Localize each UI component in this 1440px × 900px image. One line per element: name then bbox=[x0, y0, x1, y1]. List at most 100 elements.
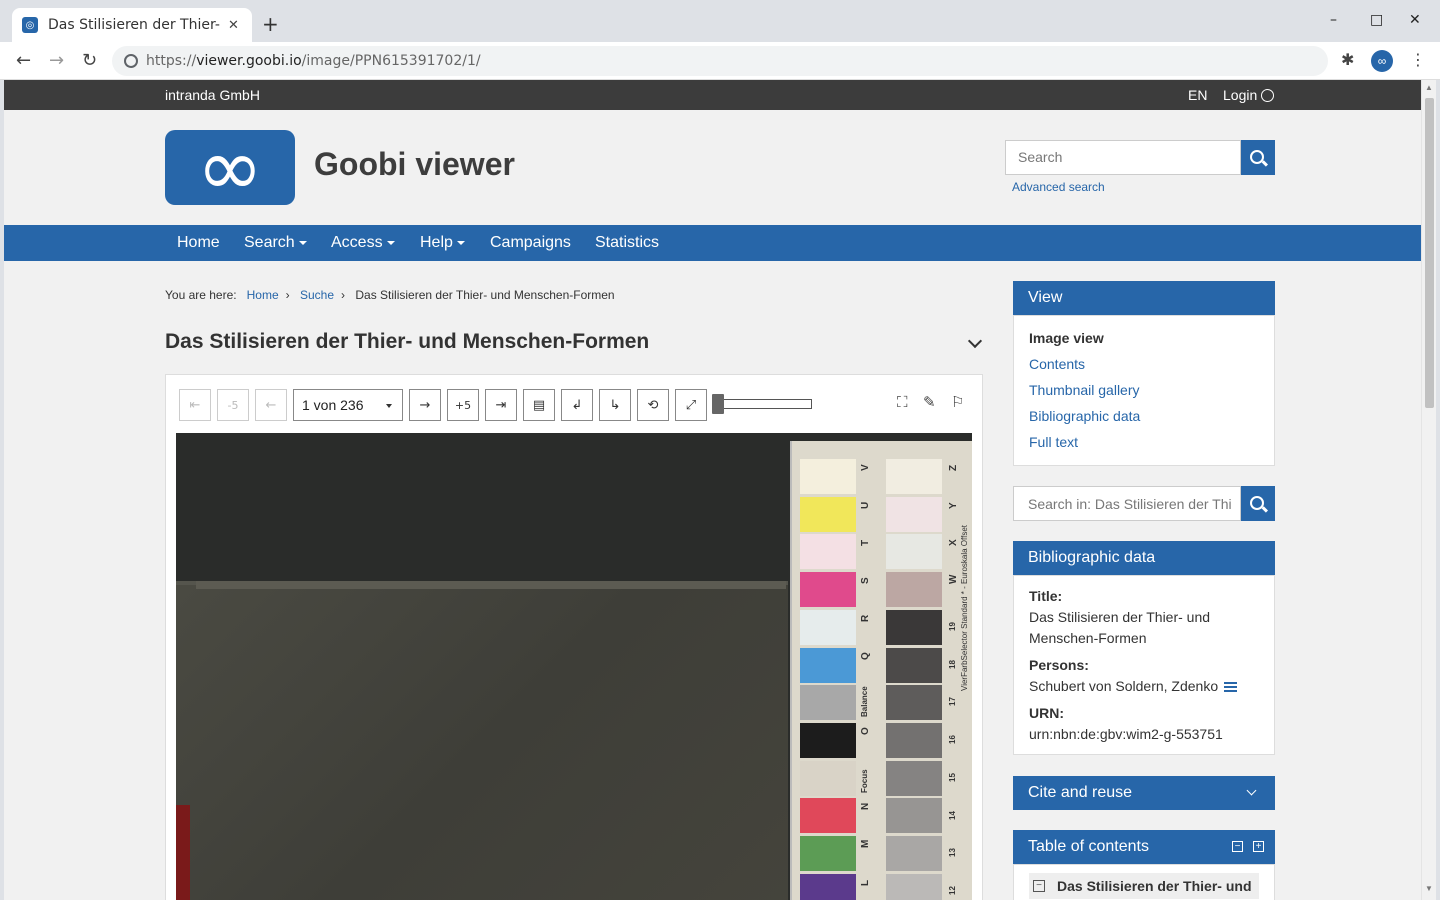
chevron-down-icon[interactable] bbox=[967, 333, 983, 349]
select-caret-icon bbox=[386, 404, 392, 408]
nav-campaigns[interactable]: Campaigns bbox=[490, 234, 571, 252]
nav-access[interactable]: Access bbox=[331, 234, 395, 252]
card-scale-number: 19 bbox=[948, 622, 957, 631]
wrench-icon[interactable]: ✎ bbox=[923, 393, 936, 411]
last-page-button[interactable]: ⇥ bbox=[485, 389, 517, 421]
minimize-button[interactable]: – bbox=[1330, 12, 1337, 28]
search-icon bbox=[1250, 495, 1264, 510]
book-red-edge bbox=[176, 805, 190, 900]
new-tab-button[interactable]: + bbox=[262, 12, 279, 36]
gray-swatch bbox=[886, 459, 942, 494]
view-bibliographic-data[interactable]: Bibliographic data bbox=[1029, 408, 1259, 424]
rotate-left-button[interactable]: ↲ bbox=[561, 389, 593, 421]
card-letter: R bbox=[860, 614, 871, 622]
gray-swatch bbox=[886, 722, 942, 758]
bibliographic-panel-header: Bibliographic data bbox=[1013, 541, 1275, 575]
expand-all-icon[interactable]: + bbox=[1253, 841, 1264, 852]
goobi-logo[interactable]: ∞ bbox=[165, 127, 295, 207]
scroll-down-icon[interactable]: ▼ bbox=[1425, 884, 1433, 893]
bib-persons-value: Schubert von Soldern, Zdenko bbox=[1029, 678, 1219, 694]
search-in-document-button[interactable] bbox=[1241, 486, 1275, 521]
tab-close-icon[interactable]: ✕ bbox=[228, 18, 239, 33]
login-link[interactable]: Login bbox=[1223, 87, 1275, 103]
rotate-right-button[interactable]: ↳ bbox=[599, 389, 631, 421]
back-arrow-icon[interactable]: ← bbox=[16, 50, 31, 71]
language-switch[interactable]: EN bbox=[1188, 87, 1207, 103]
bookmark-icon[interactable]: ⚐ bbox=[951, 393, 964, 411]
breadcrumb-home[interactable]: Home bbox=[247, 288, 279, 302]
previous-page-button[interactable]: ← bbox=[255, 389, 287, 421]
site-title[interactable]: Goobi viewer bbox=[314, 146, 515, 183]
minus5-pages-button[interactable]: -5 bbox=[217, 389, 249, 421]
double-page-icon: ▤ bbox=[532, 397, 546, 413]
fullscreen-button[interactable]: ⤢ bbox=[675, 389, 707, 421]
color-swatch bbox=[800, 534, 856, 570]
view-full-text[interactable]: Full text bbox=[1029, 434, 1259, 450]
crop-icon[interactable]: ⛶ bbox=[897, 393, 908, 411]
first-page-button[interactable]: ⇤ bbox=[179, 389, 211, 421]
breadcrumb-suche[interactable]: Suche bbox=[300, 288, 334, 302]
reset-view-button[interactable]: ⟲ bbox=[637, 389, 669, 421]
card-letter: Z bbox=[948, 464, 959, 471]
close-window-button[interactable]: ✕ bbox=[1409, 12, 1421, 28]
card-scale-number: 17 bbox=[948, 697, 957, 707]
card-letter: X bbox=[948, 539, 959, 547]
view-image-view[interactable]: Image view bbox=[1029, 330, 1259, 346]
double-page-button[interactable]: ▤ bbox=[523, 389, 555, 421]
color-swatch bbox=[800, 496, 856, 532]
forward-arrow-icon[interactable]: → bbox=[49, 50, 64, 71]
toc-panel: − Das Stilisieren der Thier- und bbox=[1013, 864, 1275, 900]
caret-down-icon bbox=[386, 241, 395, 245]
scroll-up-icon[interactable]: ▲ bbox=[1425, 83, 1433, 92]
nav-help[interactable]: Help bbox=[420, 234, 465, 252]
page-select[interactable]: 1 von 236 bbox=[293, 389, 403, 421]
maximize-button[interactable]: □ bbox=[1370, 12, 1383, 28]
color-swatch bbox=[800, 722, 856, 758]
chevron-down-icon bbox=[1246, 785, 1257, 796]
card-scale-number: 15 bbox=[948, 772, 957, 782]
rotate-left-icon: ↲ bbox=[571, 397, 583, 413]
zoom-slider-handle[interactable] bbox=[712, 394, 724, 414]
plus5-pages-button[interactable]: +5 bbox=[447, 389, 479, 421]
address-bar[interactable]: https://viewer.goobi.io/image/PPN6153917… bbox=[112, 46, 1328, 76]
advanced-search-link[interactable]: Advanced search bbox=[1012, 180, 1105, 194]
browser-tab[interactable]: ◎ Das Stilisieren der Thier- u ✕ bbox=[12, 8, 252, 42]
view-contents[interactable]: Contents bbox=[1029, 356, 1259, 372]
nav-search[interactable]: Search bbox=[244, 234, 307, 252]
organization-name: intranda GmbH bbox=[165, 87, 260, 103]
browser-toolbar: ← → ↻ https://viewer.goobi.io/image/PPN6… bbox=[0, 42, 1440, 80]
toc-entry[interactable]: − Das Stilisieren der Thier- und bbox=[1029, 873, 1259, 899]
scrollbar-thumb[interactable] bbox=[1425, 98, 1434, 408]
page-scrollbar[interactable]: ▲ ▼ bbox=[1421, 80, 1436, 900]
extensions-icon[interactable]: ✱ bbox=[1341, 50, 1354, 69]
gray-swatch bbox=[886, 609, 942, 645]
cite-reuse-header[interactable]: Cite and reuse bbox=[1013, 776, 1275, 810]
zoom-slider[interactable] bbox=[712, 394, 812, 414]
browser-tabstrip: ◎ Das Stilisieren der Thier- u ✕ + – □ ✕ bbox=[0, 0, 1440, 42]
caret-down-icon bbox=[298, 241, 307, 245]
next-page-button[interactable]: → bbox=[409, 389, 441, 421]
view-thumbnail-gallery[interactable]: Thumbnail gallery bbox=[1029, 382, 1259, 398]
gray-swatch bbox=[886, 798, 942, 834]
collapse-entry-icon[interactable]: − bbox=[1033, 880, 1045, 892]
search-button[interactable] bbox=[1241, 140, 1275, 175]
search-in-document-input[interactable]: Search in: Das Stilisieren der Thi bbox=[1013, 486, 1241, 521]
color-swatch bbox=[800, 760, 856, 796]
site-info-icon[interactable] bbox=[124, 54, 138, 68]
search-input[interactable]: Search bbox=[1005, 140, 1241, 175]
nav-statistics[interactable]: Statistics bbox=[595, 234, 659, 252]
list-icon[interactable] bbox=[1224, 682, 1238, 693]
card-letter: Balance bbox=[860, 686, 869, 718]
collapse-all-icon[interactable]: − bbox=[1232, 841, 1243, 852]
gray-swatch bbox=[886, 685, 942, 721]
bib-title-value: Das Stilisieren der Thier- und Menschen-… bbox=[1029, 609, 1211, 646]
nav-home[interactable]: Home bbox=[177, 234, 220, 252]
color-swatch bbox=[800, 572, 856, 608]
browser-menu-icon[interactable]: ⋮ bbox=[1410, 50, 1426, 69]
scanned-page-image[interactable]: V U T S R Q Balance O Focus N M L Z Y X W 19 18 17 16 15 14 13… bbox=[176, 433, 972, 900]
breadcrumb-current: Das Stilisieren der Thier- und Menschen-… bbox=[355, 288, 615, 302]
color-swatch bbox=[800, 647, 856, 683]
top-bar: intranda GmbH EN Login bbox=[4, 80, 1421, 110]
profile-avatar-icon[interactable]: ∞ bbox=[1371, 50, 1393, 72]
reload-icon[interactable]: ↻ bbox=[82, 50, 97, 71]
